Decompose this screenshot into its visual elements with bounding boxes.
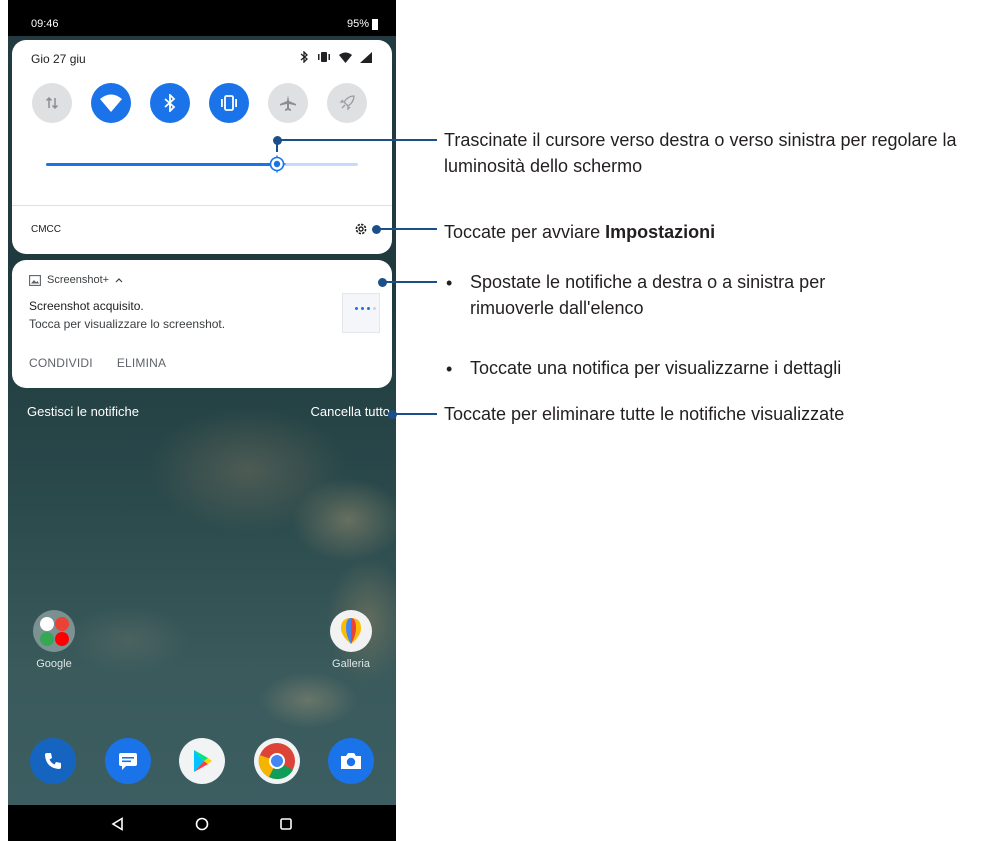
settings-gear-icon[interactable] [353,221,369,237]
play-store-icon[interactable] [179,738,225,784]
callout-settings-bold: Impostazioni [605,222,716,242]
tile-vibrate[interactable] [209,83,249,123]
quick-settings-panel: Gio 27 giu CMCC [12,40,392,254]
callout-clear-line [392,413,437,415]
signal-status-icon [360,51,372,63]
callout-brightness-line [277,139,437,141]
tile-game-genie[interactable] [327,83,367,123]
notification-card[interactable]: Screenshot+ Screenshot acquisito. Tocca … [12,260,392,388]
home-icon [195,817,209,831]
vibrate-status-icon [318,52,330,62]
status-bar: 09:46 95% [8,0,396,36]
chrome-icon[interactable] [253,738,300,784]
battery-icon [372,18,378,30]
home-app-gallery[interactable]: Galleria [326,610,376,670]
wifi-status-icon [339,52,352,63]
google-folder-icon [33,610,75,652]
home-app-label: Galleria [332,658,370,670]
wifi-icon [100,94,122,112]
qs-date: Gio 27 giu [31,52,86,66]
mobile-data-icon [45,96,59,110]
callout-notif-bullet-1: Spostate le notifiche a destra o a sinis… [470,272,826,318]
notification-app-name: Screenshot+ [47,274,110,286]
carrier-name: CMCC [31,224,61,235]
notification-title: Screenshot acquisito. [29,299,144,313]
messages-icon[interactable] [104,738,151,784]
brightness-slider[interactable] [46,155,358,173]
back-button[interactable] [109,815,127,833]
callout-bullet-marker: • [446,273,453,293]
phone-screen: 09:46 95% Gio 27 giu CMCC Screenshot+ Sc… [8,0,396,841]
clear-all-button[interactable]: Cancella tutto [311,404,391,419]
home-app-label: Google [36,658,72,670]
phone-icon[interactable] [30,738,76,784]
callout-settings-text: Toccate per avviare Impostazioni [444,219,715,245]
share-button[interactable]: CONDIVIDI [29,356,93,370]
navigation-bar [8,805,396,841]
home-app-google-folder[interactable]: Google [30,610,78,670]
back-icon [111,817,123,831]
callout-brightness-text: Trascinate il cursore verso destra o ver… [444,130,957,176]
tile-wifi[interactable] [91,83,131,123]
gallery-icon [330,610,372,652]
callout-notif-line [382,281,437,283]
brightness-thumb-icon[interactable] [268,155,286,173]
brightness-fill [46,163,277,166]
home-dock [30,738,374,784]
notification-actions: CONDIVIDI ELIMINA [29,356,166,370]
vibrate-icon [221,95,237,111]
notification-body: Tocca per visualizzare lo screenshot. [29,317,226,331]
callout-notif-bullet-2: Toccate una notifica per visualizzarne i… [470,358,842,378]
battery-percent: 95% [346,18,369,30]
callout-clear-text: Toccate per eliminare tutte le notifiche… [444,404,845,424]
manage-notifications-button[interactable]: Gestisci le notifiche [27,404,139,419]
system-icons [300,51,372,63]
qs-tiles [32,83,367,123]
callout-settings-prefix: Toccate per avviare [444,222,606,242]
recents-button[interactable] [277,815,295,833]
airplane-mode-icon [280,95,296,111]
tile-bluetooth[interactable] [150,83,190,123]
screenshot-thumbnail[interactable] [342,293,380,333]
notification-header: Screenshot+ [29,274,123,286]
game-genie-icon [339,95,355,111]
callout-bullet-marker: • [446,359,453,379]
image-icon [29,274,41,286]
tile-mobile-data[interactable] [32,83,72,123]
tile-airplane-mode[interactable] [268,83,308,123]
delete-button[interactable]: ELIMINA [117,356,166,370]
qs-divider [12,205,392,206]
camera-icon[interactable] [328,738,374,784]
callout-settings-line [376,228,437,230]
bluetooth-icon [164,94,176,112]
chevron-up-icon[interactable] [115,277,123,283]
battery-indicator: 95% [347,18,378,30]
status-time: 09:46 [31,18,59,30]
bluetooth-status-icon [300,51,308,63]
home-button[interactable] [193,815,211,833]
recents-icon [280,818,292,830]
